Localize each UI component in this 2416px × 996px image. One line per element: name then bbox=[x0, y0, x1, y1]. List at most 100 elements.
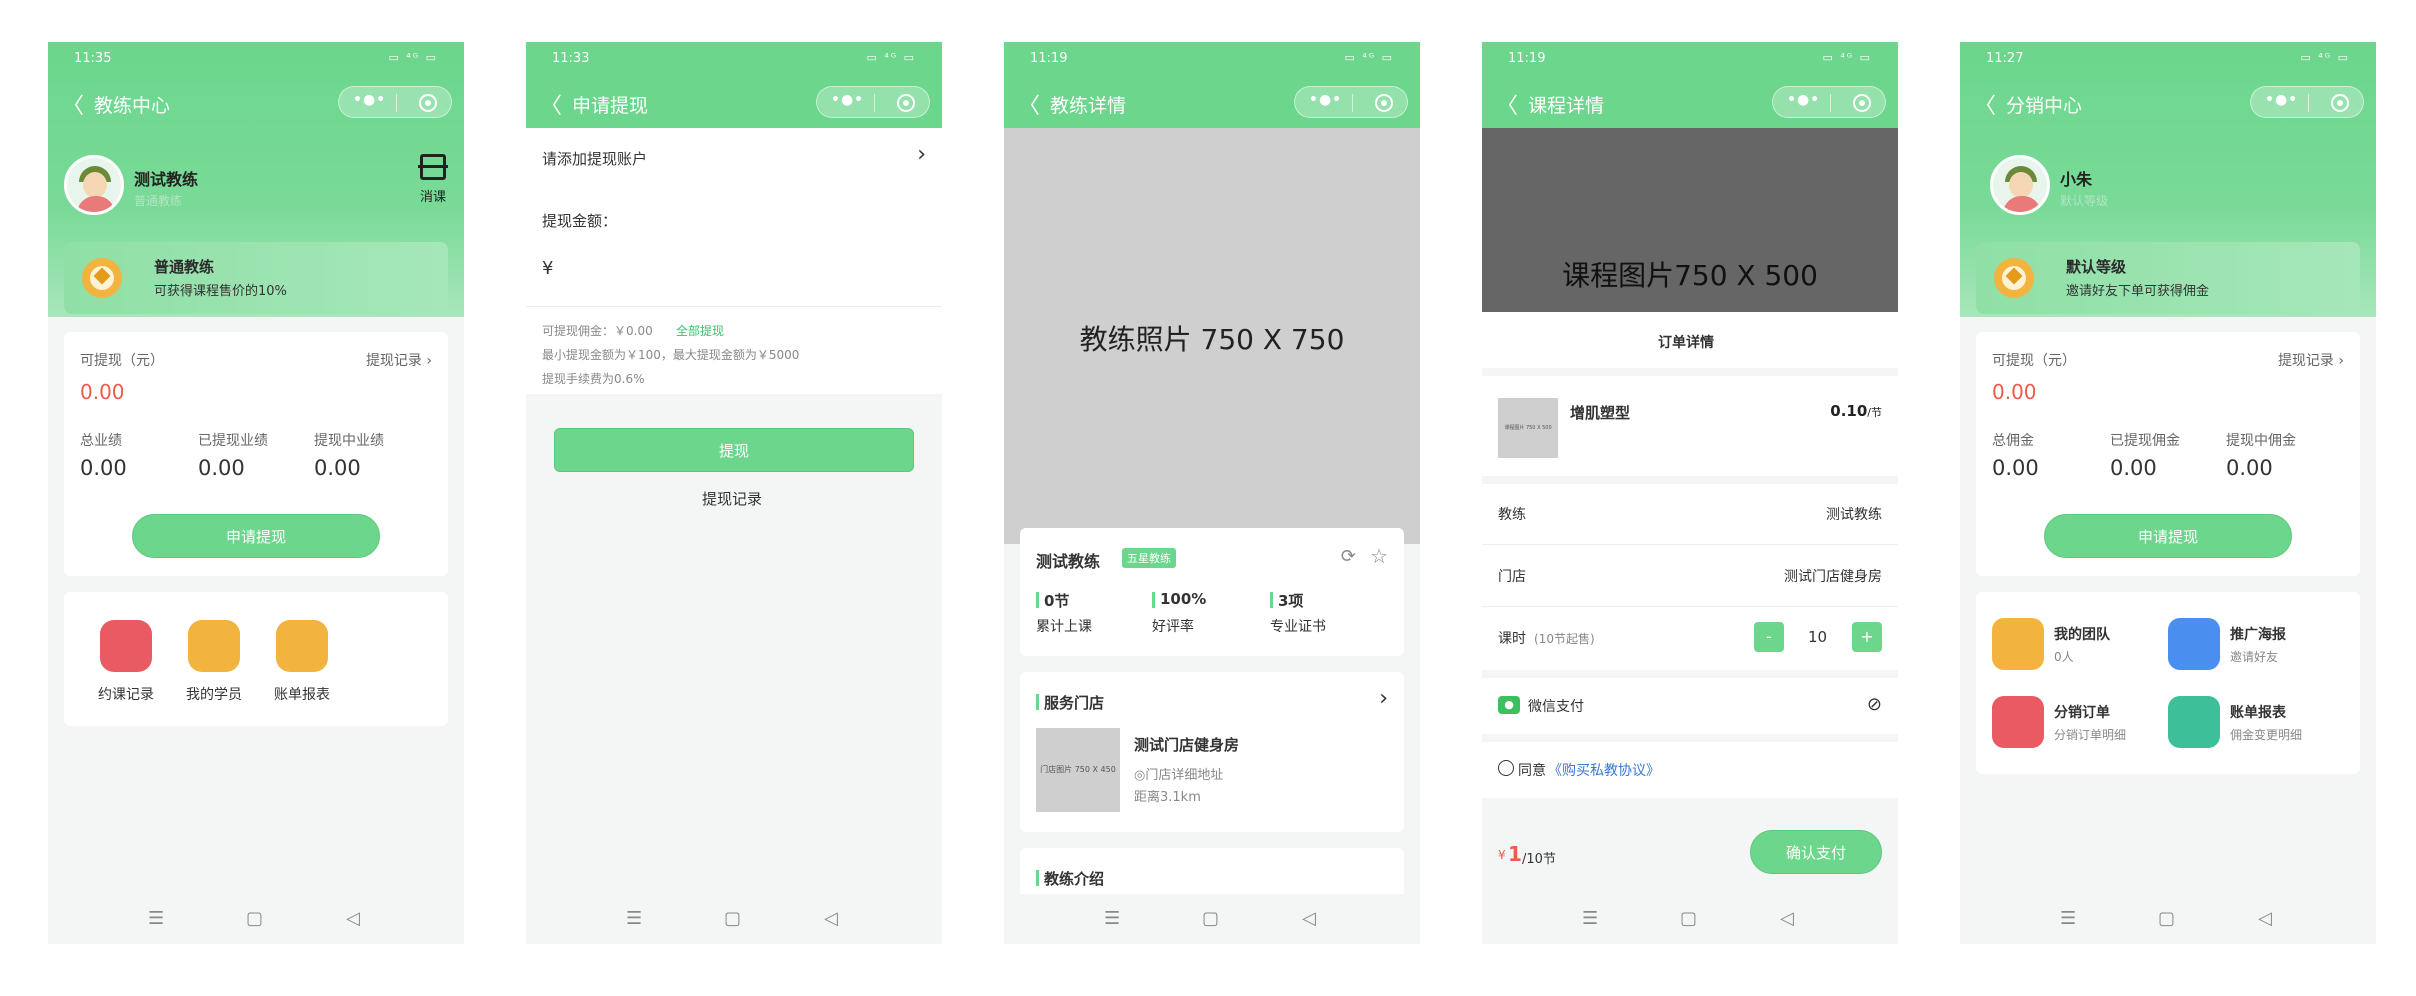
close-icon[interactable] bbox=[1853, 94, 1871, 112]
more-icon[interactable]: •●• bbox=[353, 92, 386, 108]
store-image: 门店图片 750 X 450 bbox=[1036, 728, 1120, 812]
status-time: 11:19 bbox=[1030, 51, 1068, 66]
apply-withdraw-button[interactable]: 申请提现 bbox=[2044, 514, 2292, 558]
agreement-row[interactable]: 同意 《购买私教协议》 bbox=[1482, 742, 1898, 798]
miniapp-capsule[interactable]: •●• bbox=[338, 86, 452, 118]
miniapp-capsule[interactable]: •●• bbox=[1772, 86, 1886, 118]
hours-note: (10节起售) bbox=[1534, 632, 1595, 646]
menu-title[interactable]: 分销订单 bbox=[2054, 702, 2110, 722]
quantity-value[interactable]: 10 bbox=[1808, 628, 1827, 646]
page-title: 分销中心 bbox=[2006, 95, 2083, 117]
app-label[interactable]: 约课记录 bbox=[81, 684, 171, 704]
amount-input[interactable] bbox=[566, 252, 926, 286]
store-label: 门店 bbox=[1498, 569, 1526, 585]
nav-bar: 〈 课程详情 •●• bbox=[1482, 78, 1898, 128]
stat-value: 100% bbox=[1160, 590, 1207, 608]
agree-radio[interactable] bbox=[1498, 760, 1514, 776]
star-icon[interactable]: ☆ bbox=[1370, 544, 1388, 568]
chevron-right-icon[interactable]: › bbox=[917, 142, 926, 167]
menu-title[interactable]: 账单报表 bbox=[2230, 702, 2286, 722]
menu-sub: 邀请好友 bbox=[2230, 650, 2279, 664]
check-circle-icon[interactable]: ⊘ bbox=[1867, 694, 1882, 715]
back-icon[interactable]: ◁ bbox=[346, 908, 360, 929]
my-students-icon[interactable] bbox=[188, 620, 240, 672]
miniapp-capsule[interactable]: •●• bbox=[2250, 86, 2364, 118]
app-label[interactable]: 账单报表 bbox=[257, 684, 347, 704]
menu-title[interactable]: 我的团队 bbox=[2054, 624, 2110, 644]
user-role: 默认等级 bbox=[2060, 194, 2109, 208]
distribution-order-icon[interactable] bbox=[1992, 696, 2044, 748]
plus-button[interactable]: + bbox=[1852, 622, 1882, 652]
more-icon[interactable]: •●• bbox=[831, 92, 864, 108]
back-icon[interactable]: ◁ bbox=[824, 908, 838, 929]
home-icon[interactable]: ▢ bbox=[1202, 908, 1219, 929]
home-icon[interactable]: ▢ bbox=[2158, 908, 2175, 929]
agreement-link[interactable]: 《购买私教协议》 bbox=[1548, 760, 1660, 780]
section-title: 教练介绍 bbox=[1044, 870, 1105, 888]
miniapp-capsule[interactable]: •●• bbox=[1294, 86, 1408, 118]
qrcode-poster-icon[interactable] bbox=[2168, 618, 2220, 670]
withdraw-all-link[interactable]: 全部提现 bbox=[676, 322, 724, 339]
miniapp-capsule[interactable]: •●• bbox=[816, 86, 930, 118]
menu-icon[interactable]: ☰ bbox=[2060, 908, 2076, 929]
team-icon[interactable] bbox=[1992, 618, 2044, 670]
stat-label: 累计上课 bbox=[1036, 619, 1092, 635]
more-icon[interactable]: •●• bbox=[2265, 92, 2298, 108]
bill-report-icon[interactable] bbox=[2168, 696, 2220, 748]
share-icon[interactable]: ⟳ bbox=[1341, 546, 1356, 567]
app-label[interactable]: 我的学员 bbox=[169, 684, 259, 704]
level-desc: 可获得课程售价的10% bbox=[154, 284, 287, 299]
course-image-text: 课程图片750 X 500 bbox=[1562, 259, 1818, 292]
close-icon[interactable] bbox=[419, 94, 437, 112]
withdraw-record-link[interactable]: 提现记录 › bbox=[2278, 350, 2344, 370]
confirm-pay-button[interactable]: 确认支付 bbox=[1750, 830, 1882, 874]
back-icon[interactable]: ◁ bbox=[1302, 908, 1316, 929]
back-icon[interactable]: 〈 bbox=[1496, 88, 1518, 120]
commission-line: 可提现佣金：￥0.00 bbox=[542, 324, 653, 338]
payment-method[interactable]: ● 微信支付 ⊘ bbox=[1482, 678, 1898, 734]
store-value: 测试门店健身房 bbox=[1784, 569, 1882, 585]
photo-placeholder-text: 教练照片 750 X 750 bbox=[1079, 323, 1345, 356]
close-icon[interactable] bbox=[1375, 94, 1393, 112]
more-icon[interactable]: •●• bbox=[1309, 92, 1342, 108]
system-nav-bar: ☰ ▢ ◁ bbox=[526, 894, 942, 944]
page-title: 教练详情 bbox=[1050, 95, 1127, 117]
status-icons: ▭ ⁴ᴳ ▭ bbox=[1822, 51, 1872, 64]
back-icon[interactable]: 〈 bbox=[1018, 88, 1040, 120]
back-icon[interactable]: ◁ bbox=[1780, 908, 1794, 929]
bill-report-icon[interactable] bbox=[276, 620, 328, 672]
apply-withdraw-button[interactable]: 申请提现 bbox=[132, 514, 380, 558]
store-card[interactable]: 服务门店 › 门店图片 750 X 450 测试门店健身房 ◎门店详细地址 距离… bbox=[1020, 672, 1404, 832]
level-card: 普通教练 可获得课程售价的10% bbox=[64, 242, 448, 314]
back-icon[interactable]: 〈 bbox=[62, 88, 84, 120]
status-time: 11:19 bbox=[1508, 51, 1546, 66]
minus-button[interactable]: - bbox=[1754, 622, 1784, 652]
coach-value: 测试教练 bbox=[1826, 507, 1882, 523]
stat-label: 专业证书 bbox=[1270, 619, 1326, 635]
home-icon[interactable]: ▢ bbox=[246, 908, 263, 929]
booking-record-icon[interactable] bbox=[100, 620, 152, 672]
distribution-menu-card: 我的团队 0人 推广海报 邀请好友 分销订单 分销订单明细 账单报表 佣金变更明… bbox=[1976, 592, 2360, 774]
chevron-right-icon[interactable]: › bbox=[1379, 686, 1388, 711]
menu-icon[interactable]: ☰ bbox=[1104, 908, 1120, 929]
back-icon[interactable]: ◁ bbox=[2258, 908, 2272, 929]
page-title: 课程详情 bbox=[1528, 95, 1605, 117]
scan-consume-button[interactable]: 消课 bbox=[418, 154, 448, 205]
submit-withdraw-button[interactable]: 提现 bbox=[554, 428, 914, 472]
menu-title[interactable]: 推广海报 bbox=[2230, 624, 2286, 644]
more-icon[interactable]: •●• bbox=[1787, 92, 1820, 108]
withdraw-record-link[interactable]: 提现记录 › bbox=[366, 350, 432, 370]
avatar bbox=[1990, 155, 2050, 215]
add-account-label[interactable]: 请添加提现账户 bbox=[542, 148, 647, 169]
back-icon[interactable]: 〈 bbox=[1974, 88, 1996, 120]
close-icon[interactable] bbox=[2331, 94, 2349, 112]
menu-icon[interactable]: ☰ bbox=[626, 908, 642, 929]
menu-icon[interactable]: ☰ bbox=[1582, 908, 1598, 929]
back-icon[interactable]: 〈 bbox=[540, 88, 562, 120]
withdraw-record-link[interactable]: 提现记录 bbox=[702, 488, 762, 509]
menu-icon[interactable]: ☰ bbox=[148, 908, 164, 929]
page-title: 申请提现 bbox=[572, 95, 649, 117]
home-icon[interactable]: ▢ bbox=[724, 908, 741, 929]
home-icon[interactable]: ▢ bbox=[1680, 908, 1697, 929]
close-icon[interactable] bbox=[897, 94, 915, 112]
